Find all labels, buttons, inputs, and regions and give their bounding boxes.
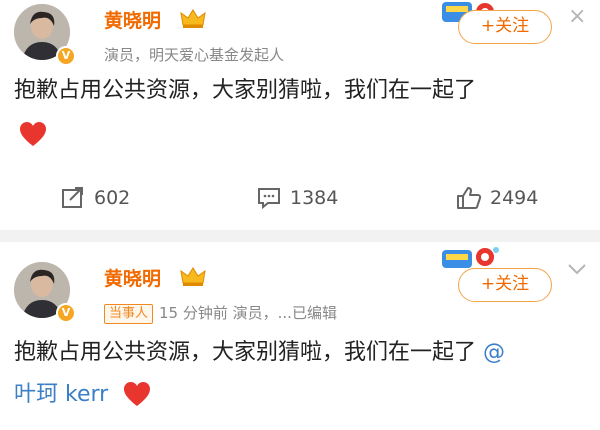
verified-badge-icon: V bbox=[56, 303, 76, 323]
status-badge: 当事人 bbox=[104, 304, 154, 324]
mention-link[interactable]: 叶珂 kerr bbox=[14, 382, 108, 407]
chevron-down-icon[interactable] bbox=[566, 262, 588, 276]
mention-at[interactable]: @ bbox=[483, 340, 505, 365]
post-text: 抱歉占用公共资源，大家别猜啦，我们在一起了 @ bbox=[14, 336, 505, 370]
weibo-post-2-content: V 黄晓明 当事人 15 分钟前 演员，...已编辑 +关注 抱歉占用公共资源，大… bbox=[0, 0, 600, 430]
campaign-sticker-icon bbox=[442, 247, 499, 268]
heart-icon bbox=[124, 382, 150, 406]
follow-button[interactable]: +关注 bbox=[458, 268, 552, 302]
post-meta-text: 15 分钟前 演员，...已编辑 bbox=[159, 304, 337, 322]
crown-icon bbox=[180, 267, 206, 286]
post-text-body: 抱歉占用公共资源，大家别猜啦，我们在一起了 bbox=[14, 340, 477, 365]
author-name[interactable]: 黄晓明 bbox=[104, 264, 161, 291]
post-meta: 当事人 15 分钟前 演员，...已编辑 bbox=[104, 302, 337, 324]
post-text-line2: 叶珂 kerr bbox=[14, 378, 108, 412]
